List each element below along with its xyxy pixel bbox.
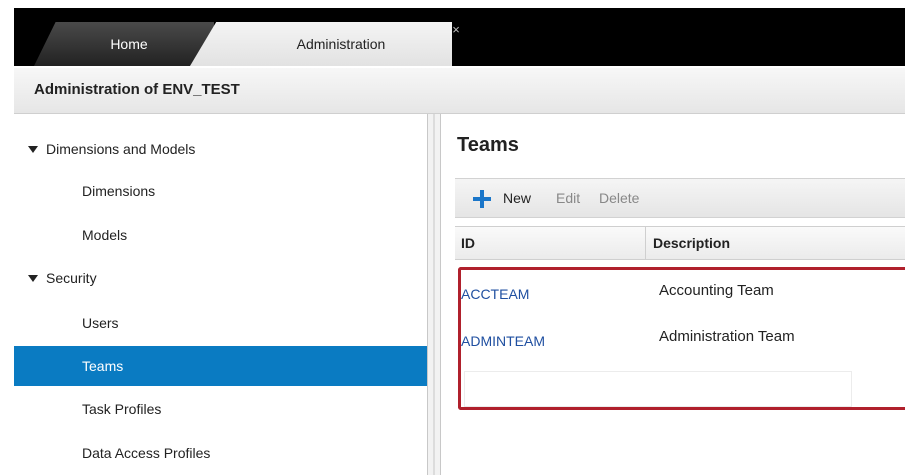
sidebar-item-models[interactable]: Models bbox=[14, 216, 427, 254]
caret-down-icon[interactable] bbox=[28, 145, 38, 153]
new-button[interactable]: New bbox=[503, 190, 531, 206]
toolbar: New Edit Delete bbox=[455, 178, 905, 218]
row-description: Administration Team bbox=[659, 328, 795, 345]
sidebar-item-label: Users bbox=[82, 315, 119, 331]
column-header-description[interactable]: Description bbox=[653, 235, 730, 251]
page-title: Administration of ENV_TEST bbox=[34, 81, 240, 98]
sidebar-item-label: Task Profiles bbox=[82, 401, 162, 417]
column-header-id[interactable]: ID bbox=[461, 235, 475, 251]
delete-button[interactable]: Delete bbox=[599, 190, 639, 206]
sidebar: Dimensions and Models Dimensions Models … bbox=[14, 114, 427, 475]
page-header: Administration of ENV_TEST bbox=[14, 68, 905, 114]
tab-home-label: Home bbox=[110, 36, 148, 52]
tab-bar: Home Administration × bbox=[0, 0, 905, 68]
caret-down-icon[interactable] bbox=[28, 274, 38, 282]
column-separator[interactable] bbox=[645, 227, 646, 259]
row-description: Accounting Team bbox=[659, 282, 774, 299]
sidebar-group-label: Security bbox=[46, 270, 97, 286]
main-title: Teams bbox=[457, 134, 519, 156]
sidebar-item-label: Teams bbox=[82, 358, 124, 374]
row-id-link[interactable]: ACCTEAM bbox=[461, 286, 529, 302]
tab-home[interactable]: Home bbox=[34, 22, 214, 66]
sidebar-item-label: Models bbox=[82, 227, 128, 243]
tab-administration[interactable]: Administration bbox=[190, 22, 452, 66]
sidebar-item-task-profiles[interactable]: Task Profiles bbox=[14, 390, 427, 428]
sidebar-item-label: Data Access Profiles bbox=[82, 445, 211, 461]
plus-icon[interactable] bbox=[473, 190, 491, 208]
sidebar-item-users[interactable]: Users bbox=[14, 304, 427, 342]
sidebar-group-label: Dimensions and Models bbox=[46, 141, 196, 157]
tab-administration-label: Administration bbox=[296, 36, 386, 52]
row-id-link[interactable]: ADMINTEAM bbox=[461, 333, 545, 349]
new-row-area[interactable] bbox=[465, 372, 851, 406]
sidebar-group-security[interactable]: Security bbox=[14, 259, 427, 297]
grid-header: ID Description bbox=[455, 226, 905, 260]
edit-button[interactable]: Edit bbox=[556, 190, 580, 206]
sidebar-item-teams[interactable]: Teams bbox=[14, 346, 427, 386]
sidebar-item-data-access-profiles[interactable]: Data Access Profiles bbox=[14, 434, 427, 472]
main-panel: Teams New Edit Delete ID Description ACC… bbox=[441, 114, 905, 475]
panel-splitter[interactable] bbox=[427, 114, 441, 475]
sidebar-item-dimensions[interactable]: Dimensions bbox=[14, 172, 427, 210]
close-icon[interactable]: × bbox=[448, 22, 464, 38]
splitter-line bbox=[433, 114, 435, 475]
sidebar-group-dimensions-and-models[interactable]: Dimensions and Models bbox=[14, 130, 427, 168]
sidebar-item-label: Dimensions bbox=[82, 183, 156, 199]
